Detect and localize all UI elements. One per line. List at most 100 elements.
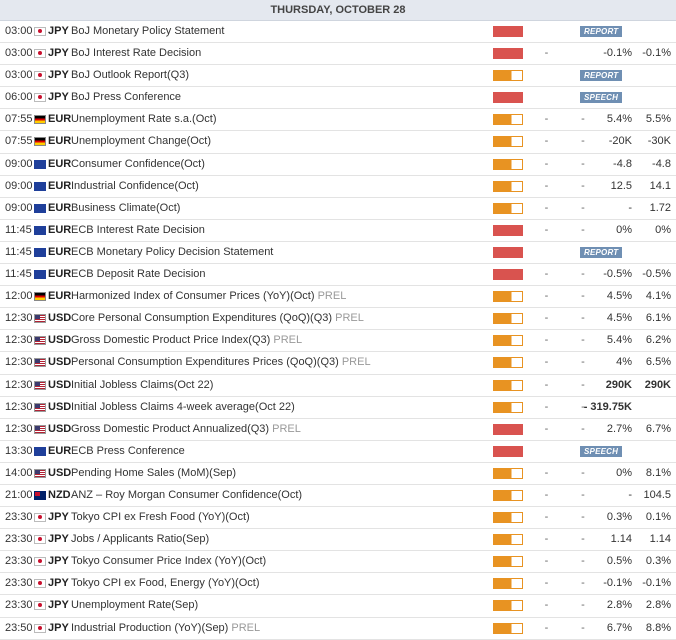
consensus-value: -4.8 (613, 157, 632, 170)
event-time: 03:00 (5, 69, 33, 82)
event-row[interactable]: 12:30 USD Core Personal Consumption Expend… (0, 308, 676, 331)
impact-medium-icon (493, 70, 523, 82)
consensus-value: -0.1% (603, 577, 632, 590)
currency-code: JPY (48, 511, 69, 524)
event-name[interactable]: Unemployment Rate s.a.(Oct) (71, 109, 217, 130)
event-name[interactable]: BoJ Outlook Report(Q3) (71, 65, 189, 86)
event-row[interactable]: 23:30 JPY Jobs / Applicants Ratio(Sep) - -1.… (0, 529, 676, 552)
country-flag-icon (34, 93, 46, 103)
event-row[interactable]: 03:00 JPY BoJ Outlook Report(Q3) REPORT (0, 65, 676, 88)
event-row[interactable]: 12:30 USD Gross Domestic Product Annualize… (0, 419, 676, 441)
currency-code: USD (48, 400, 72, 413)
event-name[interactable]: Unemployment Rate(Sep) (71, 595, 198, 616)
currency-code: USD (48, 356, 72, 369)
country-flag-icon (34, 225, 46, 235)
event-tag: PREL (317, 290, 347, 303)
event-row[interactable]: 11:45 EUR ECB Deposit Rate Decision - - -0.5%… (0, 264, 676, 287)
event-name[interactable]: Tokyo Consumer Price Index (YoY)(Oct) (71, 551, 266, 572)
impact-high-icon (493, 224, 523, 236)
event-name[interactable]: Pending Home Sales (MoM)(Sep) (71, 463, 236, 484)
currency-code: EUR (48, 268, 72, 281)
event-name[interactable]: Harmonized Index of Consumer Prices (YoY… (71, 286, 346, 307)
event-row[interactable]: 21:00 NZD ANZ – Roy Morgan Consumer Confid… (0, 485, 676, 508)
event-name[interactable]: Tokyo CPI ex Food, Energy (YoY)(Oct) (71, 573, 260, 594)
impact-medium-icon (493, 622, 523, 634)
event-row[interactable]: 23:50 JPY Industrial Production (YoY)(Sep)… (0, 618, 676, 640)
event-title: Gross Domestic Product Annualized(Q3) (71, 422, 270, 435)
event-row[interactable]: 23:30 JPY Unemployment Rate(Sep) - -2.8% 2.8% (0, 595, 676, 618)
event-row[interactable]: 07:55 EUR Unemployment Rate s.a.(Oct) - -5.4… (0, 109, 676, 132)
event-row[interactable]: 09:00 EUR Industrial Confidence(Oct) - -12.5… (0, 176, 676, 198)
event-title: ECB Press Conference (71, 444, 185, 457)
event-name[interactable]: Jobs / Applicants Ratio(Sep) (71, 529, 209, 550)
event-name[interactable]: Core Personal Consumption Expenditures (… (71, 308, 364, 329)
consensus-value: 5.4% (606, 113, 632, 126)
event-title: Tokyo CPI ex Food, Energy (YoY)(Oct) (71, 577, 260, 590)
event-tag: PREL (341, 356, 371, 369)
impact-high-icon (493, 423, 523, 435)
consensus-value: -0.5% (603, 268, 632, 281)
event-time: 23:30 (5, 533, 33, 546)
event-row[interactable]: 14:00 USD Pending Home Sales (MoM)(Sep) - -0… (0, 463, 676, 485)
consensus-value: 4.5% (606, 312, 632, 325)
event-row[interactable]: 03:00 JPY BoJ Interest Rate Decision - -0.1%… (0, 43, 676, 66)
event-row[interactable]: 12:30 USD Initial Jobless Claims(Oct 22) - -… (0, 375, 676, 397)
previous-value: 4.1% (645, 290, 671, 303)
event-row[interactable]: 06:00 JPY BoJ Press Conference SPEECH (0, 87, 676, 110)
event-title: Consumer Confidence(Oct) (71, 157, 205, 170)
event-name[interactable]: Gross Domestic Product Price Index(Q3) P… (71, 330, 302, 351)
event-name[interactable]: Unemployment Change(Oct) (71, 131, 211, 152)
event-row[interactable]: 09:00 EUR Consumer Confidence(Oct) - - -4.8 -4… (0, 154, 676, 176)
event-name[interactable]: Tokyo CPI ex Fresh Food (YoY)(Oct) (71, 507, 250, 528)
event-row[interactable]: 23:30 JPY Tokyo CPI ex Food, Energy (YoY)(… (0, 573, 676, 596)
consensus-value: 5.4% (606, 334, 632, 347)
event-name[interactable]: ECB Interest Rate Decision (71, 220, 205, 241)
event-type-badge: REPORT (580, 26, 623, 37)
event-row[interactable]: 03:00 JPY BoJ Monetary Policy Statement REP… (0, 21, 676, 44)
event-name[interactable]: Initial Jobless Claims(Oct 22) (71, 375, 213, 396)
event-name[interactable]: Initial Jobless Claims 4-week average(Oc… (71, 397, 295, 418)
event-name[interactable]: ANZ – Roy Morgan Consumer Confidence(Oct… (71, 485, 302, 506)
country-flag-icon (34, 513, 46, 523)
event-row[interactable]: 12:30 USD Gross Domestic Product Price Ind… (0, 330, 676, 353)
country-flag-icon (34, 601, 46, 611)
consensus-value: 6.7% (606, 621, 632, 634)
event-row[interactable]: 12:00 EUR Harmonized Index of Consumer Pri… (0, 286, 676, 309)
impact-medium-icon (493, 202, 523, 214)
event-name[interactable]: Industrial Production (YoY)(Sep) PREL (71, 618, 260, 639)
event-row[interactable]: 11:45 EUR ECB Interest Rate Decision - -0% 0% (0, 220, 676, 242)
event-name[interactable]: Consumer Confidence(Oct) (71, 154, 205, 175)
event-row[interactable]: 23:30 JPY Tokyo CPI ex Fresh Food (YoY)(Oc… (0, 507, 676, 530)
event-row[interactable]: 13:30 EUR ECB Press Conference SPEECH (0, 441, 676, 463)
event-row[interactable]: 12:30 USD Personal Consumption Expenditure… (0, 352, 676, 375)
event-name[interactable]: Business Climate(Oct) (71, 198, 180, 219)
event-time: 13:30 (5, 444, 33, 457)
impact-medium-icon (493, 335, 523, 347)
event-name[interactable]: Gross Domestic Product Annualized(Q3) PR… (71, 419, 301, 440)
event-row[interactable]: 12:30 USD Initial Jobless Claims 4-week av… (0, 397, 676, 419)
event-title: Industrial Confidence(Oct) (71, 179, 199, 192)
event-name[interactable]: ECB Monetary Policy Decision Statement (71, 242, 273, 263)
event-row[interactable]: 09:00 EUR Business Climate(Oct) - - -1.72 (0, 198, 676, 220)
event-name[interactable]: BoJ Monetary Policy Statement (71, 21, 224, 42)
event-name[interactable]: BoJ Interest Rate Decision (71, 43, 201, 64)
previous-value: 8.1% (645, 466, 671, 479)
event-name[interactable]: ECB Press Conference (71, 441, 185, 462)
events-table: 03:00 JPY BoJ Monetary Policy Statement REP… (0, 21, 676, 640)
country-flag-icon (34, 402, 46, 412)
event-name[interactable]: Personal Consumption Expenditures Prices… (71, 352, 371, 373)
event-type-badge: REPORT (580, 70, 623, 82)
event-title: ECB Interest Rate Decision (71, 223, 205, 236)
event-name[interactable]: BoJ Press Conference (71, 87, 181, 108)
currency-code: EUR (48, 223, 72, 236)
event-row[interactable]: 07:55 EUR Unemployment Change(Oct) - - -20K -3… (0, 131, 676, 154)
actual-value: - (544, 533, 549, 546)
event-name[interactable]: ECB Deposit Rate Decision (71, 264, 206, 285)
event-time: 12:30 (5, 422, 33, 435)
impact-high-icon (493, 269, 523, 281)
event-name[interactable]: Industrial Confidence(Oct) (71, 176, 199, 197)
event-row[interactable]: 23:30 JPY Tokyo Consumer Price Index (YoY)… (0, 551, 676, 574)
impact-medium-icon (493, 534, 523, 546)
event-row[interactable]: 11:45 EUR ECB Monetary Policy Decision Sta… (0, 242, 676, 265)
date-header: THURSDAY, OCTOBER 28 (0, 0, 676, 21)
